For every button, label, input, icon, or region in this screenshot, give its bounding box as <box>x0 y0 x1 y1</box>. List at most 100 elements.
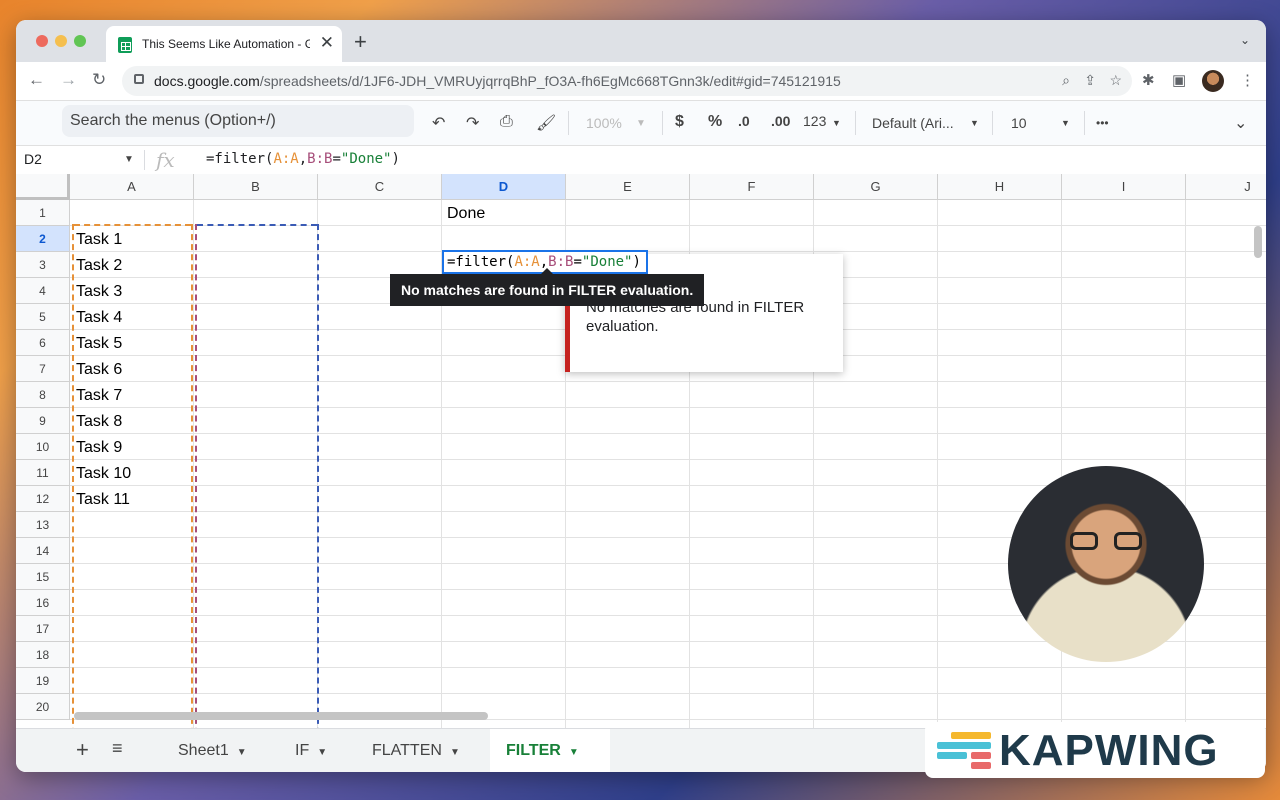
add-sheet-button[interactable]: + <box>76 737 89 763</box>
menu-search-input[interactable]: Search the menus (Option+/) <box>62 105 414 137</box>
row-header-16[interactable]: 16 <box>16 590 70 616</box>
column-header-b[interactable]: B <box>194 174 318 200</box>
column-header-j[interactable]: J <box>1186 174 1266 200</box>
zoom-caret-icon[interactable]: ▼ <box>636 118 646 129</box>
column-header-a[interactable]: A <box>70 174 194 200</box>
sheets-favicon-icon <box>118 37 132 53</box>
row-header-13[interactable]: 13 <box>16 512 70 538</box>
error-tooltip: No matches are found in FILTER evaluatio… <box>390 268 705 306</box>
forward-arrow-icon[interactable]: → <box>60 70 77 90</box>
row-header-14[interactable]: 14 <box>16 538 70 564</box>
row-header-7[interactable]: 7 <box>16 356 70 382</box>
row-header-5[interactable]: 5 <box>16 304 70 330</box>
row-header-12[interactable]: 12 <box>16 486 70 512</box>
row-header-9[interactable]: 9 <box>16 408 70 434</box>
font-size-select[interactable]: 10 <box>1011 115 1027 131</box>
toolbar-divider <box>568 111 569 135</box>
decrease-decimal-button[interactable]: .0 <box>738 113 750 129</box>
row-header-8[interactable]: 8 <box>16 382 70 408</box>
browser-tab[interactable]: This Seems Like Automation - G ✕ <box>106 26 342 62</box>
formula-divider <box>144 150 145 170</box>
column-header-e[interactable]: E <box>566 174 690 200</box>
maximize-window-button[interactable] <box>74 35 86 47</box>
row-header-6[interactable]: 6 <box>16 330 70 356</box>
more-options-icon[interactable]: ••• <box>1096 116 1109 130</box>
undo-icon[interactable]: ↶ <box>432 113 445 133</box>
tab-title: This Seems Like Automation - G <box>142 37 310 51</box>
sheet-tab-if[interactable]: IF ▼ <box>279 729 343 772</box>
kapwing-watermark: KAPWING <box>925 722 1265 778</box>
row-header-11[interactable]: 11 <box>16 460 70 486</box>
profile-avatar[interactable] <box>1202 70 1224 92</box>
row-header-15[interactable]: 15 <box>16 564 70 590</box>
row-header-20[interactable]: 20 <box>16 694 70 720</box>
more-formats-button[interactable]: 123 <box>803 113 826 129</box>
row-header-2[interactable]: 2 <box>16 226 70 252</box>
font-size-caret-icon[interactable]: ▼ <box>1061 118 1070 128</box>
name-box[interactable]: D2 <box>24 151 42 167</box>
all-sheets-menu-icon[interactable]: ≡ <box>112 738 123 759</box>
back-arrow-icon[interactable]: ← <box>28 70 45 90</box>
cell-d1[interactable]: Done <box>447 205 485 223</box>
row-header-10[interactable]: 10 <box>16 434 70 460</box>
range-highlight-column-a <box>72 224 193 728</box>
row-header-17[interactable]: 17 <box>16 616 70 642</box>
share-icon[interactable]: ⇪ <box>1084 72 1096 89</box>
row-header-1[interactable]: 1 <box>16 200 70 226</box>
lock-icon <box>134 74 144 84</box>
presenter-webcam <box>1008 466 1204 662</box>
row-header-19[interactable]: 19 <box>16 668 70 694</box>
new-tab-button[interactable]: + <box>354 29 367 55</box>
more-formats-caret-icon[interactable]: ▼ <box>832 118 841 128</box>
toolbar-divider <box>662 111 663 135</box>
column-header-g[interactable]: G <box>814 174 938 200</box>
column-header-i[interactable]: I <box>1062 174 1186 200</box>
collapse-toolbar-chevron-icon[interactable]: ⌄ <box>1234 113 1247 133</box>
vertical-scrollbar[interactable] <box>1254 226 1262 258</box>
row-header-4[interactable]: 4 <box>16 278 70 304</box>
url-text[interactable]: docs.google.com/spreadsheets/d/1JF6-JDH_… <box>154 73 841 89</box>
sheet-tab-sheet1[interactable]: Sheet1 ▼ <box>162 729 263 772</box>
bookmark-star-icon[interactable]: ☆ <box>1109 72 1122 89</box>
kapwing-wordmark: KAPWING <box>999 726 1219 775</box>
tab-search-chevron-icon[interactable]: ⌄ <box>1240 33 1250 47</box>
zoom-icon[interactable]: ⌕ <box>1062 72 1070 89</box>
row-header-18[interactable]: 18 <box>16 642 70 668</box>
column-header-c[interactable]: C <box>318 174 442 200</box>
column-gridline <box>1185 200 1186 728</box>
address-bar[interactable]: docs.google.com/spreadsheets/d/1JF6-JDH_… <box>122 66 1132 96</box>
close-window-button[interactable] <box>36 35 48 47</box>
fx-icon: fx <box>156 148 175 172</box>
select-all-corner[interactable] <box>16 174 70 200</box>
name-box-caret-icon[interactable]: ▼ <box>124 154 134 165</box>
redo-icon[interactable]: ↷ <box>466 113 479 133</box>
zoom-select[interactable]: 100% <box>586 115 622 131</box>
currency-format-button[interactable]: $ <box>675 113 684 131</box>
sheet-tab-flatten[interactable]: FLATTEN ▼ <box>356 729 476 772</box>
toolbar-divider <box>1084 111 1085 135</box>
sheet-tab-filter[interactable]: FILTER ▼ <box>490 729 610 772</box>
formula-input[interactable]: =filter(A:A,B:B="Done") <box>206 151 400 167</box>
extensions-puzzle-icon[interactable]: ✱ <box>1142 71 1155 89</box>
toolbar-divider <box>855 111 856 135</box>
horizontal-scrollbar[interactable] <box>74 712 488 720</box>
increase-decimal-button[interactable]: .00 <box>771 113 790 129</box>
paint-format-icon[interactable]: 🖌 <box>536 113 556 133</box>
print-icon[interactable]: ⎙ <box>500 113 513 131</box>
reload-icon[interactable]: ↻ <box>92 70 106 90</box>
percent-format-button[interactable]: % <box>708 113 722 131</box>
column-header-f[interactable]: F <box>690 174 814 200</box>
column-header-d[interactable]: D <box>442 174 566 200</box>
tab-strip: This Seems Like Automation - G ✕ + ⌄ <box>16 20 1266 62</box>
tab-close-icon[interactable]: ✕ <box>320 33 334 53</box>
font-family-select[interactable]: Default (Ari... <box>872 115 954 131</box>
browser-menu-icon[interactable]: ⋮ <box>1240 71 1255 89</box>
row-header-3[interactable]: 3 <box>16 252 70 278</box>
sheets-toolbar: Search the menus (Option+/) ↶ ↷ ⎙ 🖌 100%… <box>16 101 1266 145</box>
font-family-caret-icon[interactable]: ▼ <box>970 118 979 128</box>
range-highlight-column-b <box>195 224 319 728</box>
kapwing-logo-icon <box>937 732 991 769</box>
side-panel-icon[interactable]: ▣ <box>1172 71 1186 89</box>
minimize-window-button[interactable] <box>55 35 67 47</box>
column-header-h[interactable]: H <box>938 174 1062 200</box>
